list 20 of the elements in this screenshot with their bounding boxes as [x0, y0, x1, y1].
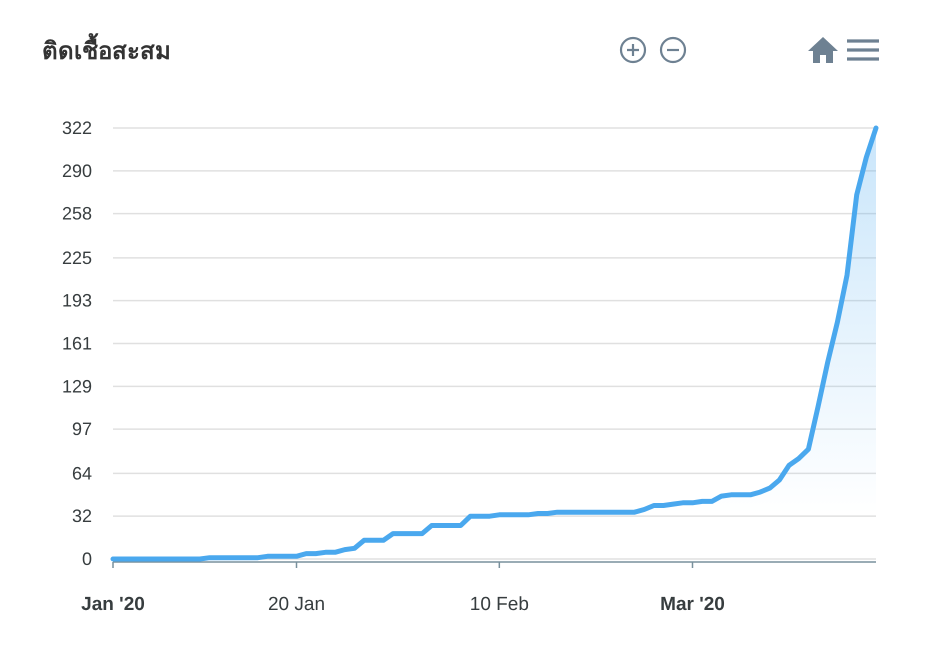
x-axis-label: Mar '20 [660, 594, 725, 615]
x-axis-label: 20 Jan [268, 594, 326, 615]
menu-button[interactable] [847, 38, 879, 62]
y-axis-label: 161 [62, 334, 92, 354]
zoom-in-button[interactable] [619, 36, 647, 64]
y-axis-label: 97 [72, 419, 92, 440]
y-axis-label: 290 [62, 160, 92, 181]
y-axis-label: 129 [62, 376, 92, 396]
y-axis-label: 322 [62, 118, 92, 138]
home-button[interactable] [807, 36, 839, 64]
chart-title: ติดเชื้อสะสม [42, 30, 619, 70]
y-axis-label: 64 [72, 463, 92, 484]
x-axis-label: Jan '20 [81, 594, 145, 615]
y-axis-label: 225 [62, 248, 92, 268]
y-axis-label: 258 [62, 204, 92, 224]
x-axis-label: 10 Feb [470, 594, 529, 615]
y-axis-label: 32 [72, 506, 92, 526]
y-axis-label: 0 [82, 549, 92, 569]
zoom-out-button[interactable] [659, 36, 687, 64]
y-axis-label: 193 [62, 290, 92, 311]
